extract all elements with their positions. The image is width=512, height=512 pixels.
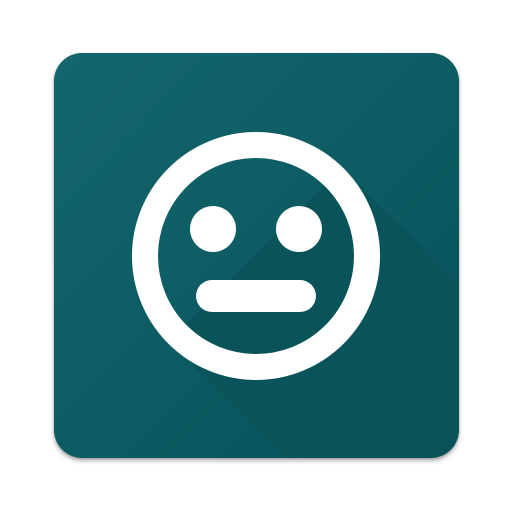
canvas xyxy=(0,0,512,512)
app-icon-tile[interactable] xyxy=(54,53,459,458)
mouth-bar xyxy=(196,280,316,312)
neutral-face-icon xyxy=(54,53,459,458)
right-eye xyxy=(276,206,322,252)
left-eye xyxy=(190,206,236,252)
